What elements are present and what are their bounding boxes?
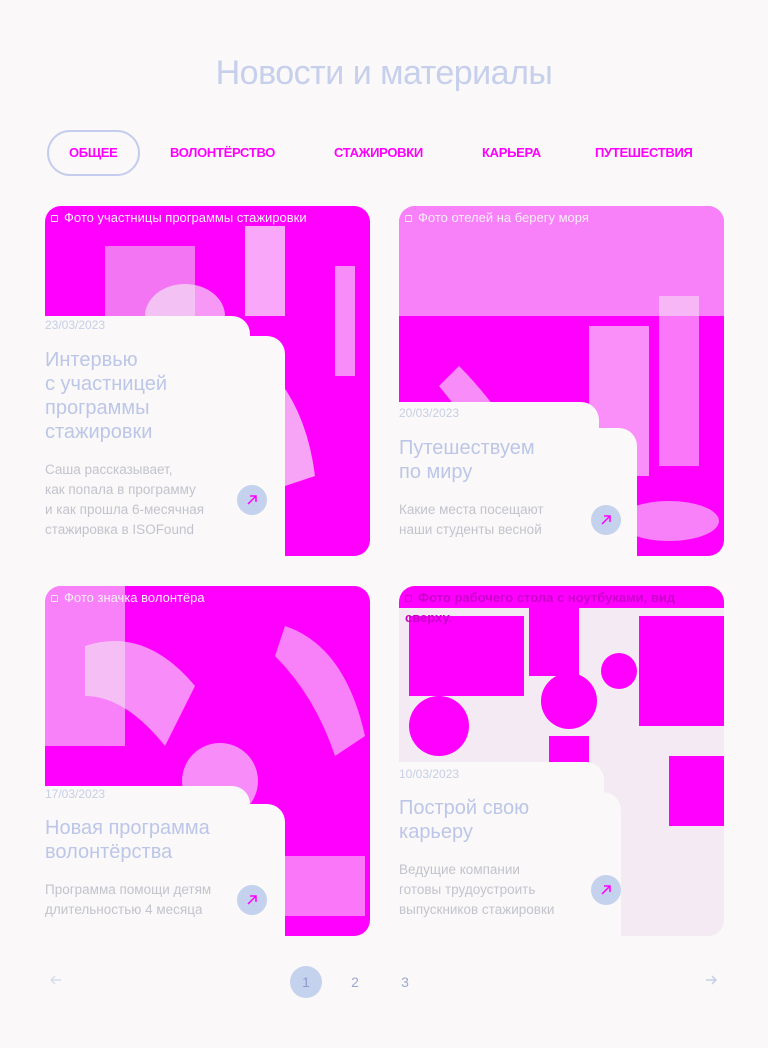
card-date: 17/03/2023 — [45, 787, 106, 801]
broken-image-icon — [405, 215, 412, 223]
card-title: Новая программа волонтёрства — [45, 817, 210, 863]
arrow-left-icon — [50, 975, 61, 985]
page-number[interactable]: 1 — [290, 966, 322, 998]
prev-page-button[interactable] — [48, 972, 68, 992]
photo-alt-text: Фото участницы программы стажировки — [64, 210, 307, 225]
tab-travel[interactable]: ПУТЕШЕСТВИЯ — [595, 130, 693, 176]
news-card[interactable]: Фото участницы программы стажировки 23/0… — [45, 206, 370, 556]
card-title: Интервью с участницей программы стажиров… — [45, 349, 168, 443]
news-card[interactable]: Фото значка волонтёра 17/03/2023 Новая п… — [45, 586, 370, 936]
photo-alt-text: Фото значка волонтёра — [64, 590, 205, 605]
arrow-up-right-icon — [247, 895, 257, 905]
card-date: 20/03/2023 — [399, 406, 460, 420]
page-number[interactable]: 3 — [389, 966, 421, 998]
card-description: Какие места посещают наши студенты весно… — [399, 502, 544, 537]
open-article-button[interactable] — [237, 885, 267, 915]
broken-image-icon — [51, 595, 58, 603]
next-page-button[interactable] — [703, 972, 723, 992]
tab-internships[interactable]: СТАЖИРОВКИ — [334, 130, 423, 176]
arrow-up-right-icon — [247, 495, 257, 505]
page-number[interactable]: 2 — [339, 966, 371, 998]
open-article-button[interactable] — [591, 875, 621, 905]
broken-image-icon — [51, 215, 58, 223]
open-article-button[interactable] — [237, 485, 267, 515]
category-tabs: ОБЩЕЕ ВОЛОНТЁРСТВО СТАЖИРОВКИ КАРЬЕРА ПУ… — [47, 130, 727, 176]
arrow-right-icon — [706, 975, 717, 985]
news-card[interactable]: Фото отелей на берегу моря 20/03/2023 Пу… — [399, 206, 724, 556]
card-date: 10/03/2023 — [399, 767, 460, 781]
news-card[interactable]: Фото рабочего стола с ноутбуками, вид св… — [399, 586, 724, 936]
card-title: Построй свою карьеру — [399, 797, 530, 843]
arrow-up-right-icon — [601, 885, 611, 895]
page-title: Новости и материалы — [215, 54, 553, 92]
tab-volunteering[interactable]: ВОЛОНТЁРСТВО — [170, 130, 275, 176]
photo-alt-text: Фото отелей на берегу моря — [418, 210, 589, 225]
card-title: Путешествуем по миру — [399, 437, 535, 483]
tab-general[interactable]: ОБЩЕЕ — [47, 130, 140, 176]
card-description: Программа помощи детям длительностью 4 м… — [45, 882, 212, 917]
photo-alt-text: Фото рабочего стола с ноутбуками, вид св… — [405, 590, 676, 625]
card-date: 23/03/2023 — [45, 318, 106, 332]
broken-image-icon — [405, 595, 412, 603]
arrow-up-right-icon — [601, 515, 611, 525]
card-description: Ведущие компании готовы трудоустроить вы… — [399, 862, 555, 917]
open-article-button[interactable] — [591, 505, 621, 535]
card-description: Саша рассказывает, как попала в программ… — [45, 462, 205, 537]
tab-career[interactable]: КАРЬЕРА — [482, 130, 541, 176]
